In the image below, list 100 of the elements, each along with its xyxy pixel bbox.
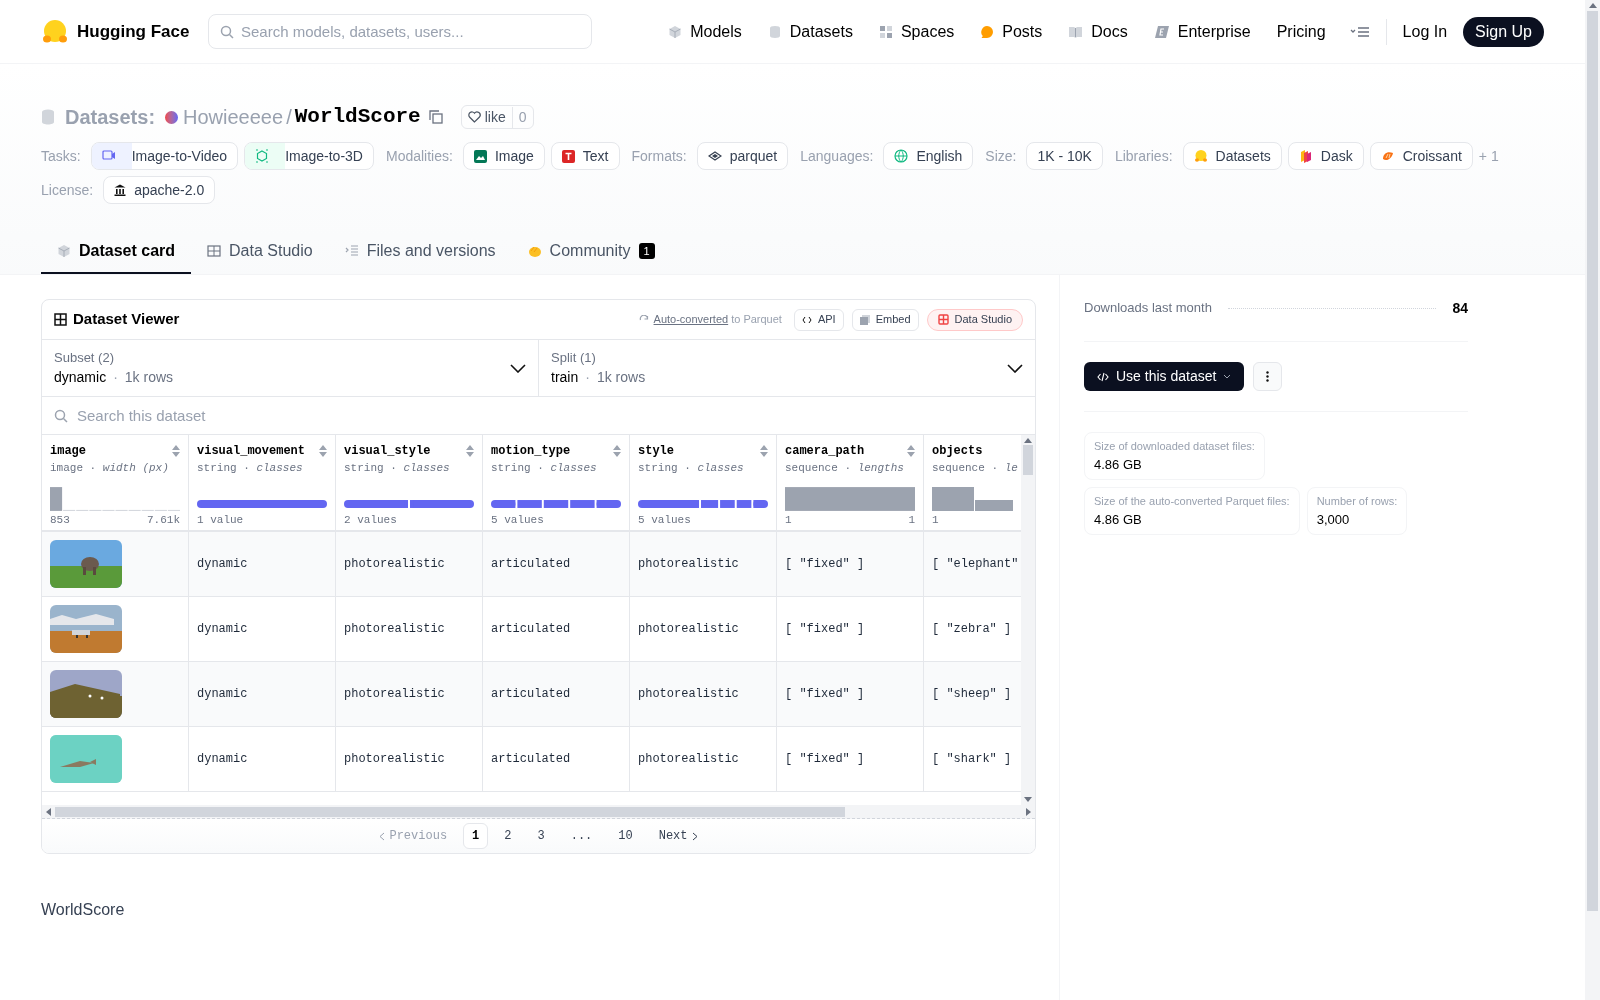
scroll-thumb[interactable]: [1587, 11, 1598, 911]
code-icon: [1097, 371, 1109, 382]
table-cell-text: articulated: [491, 621, 571, 638]
dropdown[interactable]: Subset (2) dynamic · 1k rows: [42, 340, 539, 396]
menu-icon[interactable]: [1349, 24, 1370, 39]
nav-link[interactable]: Datasets: [767, 19, 853, 44]
tab[interactable]: Data Studio: [191, 230, 329, 274]
column-header[interactable]: visual_movement: [197, 442, 306, 460]
table-cell-text: [ "fixed" ]: [785, 556, 865, 573]
copy-icon[interactable]: [428, 110, 443, 124]
table-cell-text: photorealistic: [344, 556, 445, 573]
table-cell-text: photorealistic: [344, 751, 445, 768]
tag-chip[interactable]: parquet: [696, 142, 789, 170]
scroll-up-icon[interactable]: [1588, 3, 1597, 8]
vertical-scrollbar[interactable]: [1021, 435, 1035, 805]
page-link[interactable]: 1: [463, 823, 489, 849]
tab[interactable]: Dataset card: [41, 230, 192, 274]
column-header[interactable]: visual_style: [344, 442, 431, 460]
nav-link[interactable]: Models: [668, 19, 742, 44]
nav-link[interactable]: Posts: [980, 19, 1043, 44]
like-label: like: [484, 107, 506, 127]
database-icon: [767, 24, 782, 39]
table-cell-text: photorealistic: [638, 751, 739, 768]
tag-chip[interactable]: Image: [462, 142, 545, 170]
tag-chip[interactable]: Croissant: [1369, 142, 1473, 170]
nav-link[interactable]: Enterprise: [1153, 19, 1251, 44]
count-badge: 1: [638, 243, 655, 259]
table-cell-text: dynamic: [197, 556, 248, 573]
tab[interactable]: Community 1: [511, 230, 671, 274]
table-cell-text: photorealistic: [638, 621, 739, 638]
tab[interactable]: Files and versions: [328, 230, 512, 274]
tag-group-label: Modalities:: [385, 146, 453, 166]
like-button[interactable]: like 0: [460, 105, 534, 129]
column-header[interactable]: style: [638, 442, 674, 460]
tag-group-label: Tasks:: [41, 146, 81, 166]
tag-chip[interactable]: Text: [550, 142, 620, 170]
axis-label: 1: [908, 512, 915, 528]
tag-chip[interactable]: Dask: [1287, 142, 1364, 170]
page-link[interactable]: 3: [527, 823, 555, 849]
tag-chip[interactable]: Datasets: [1182, 142, 1282, 170]
table-cell-text: photorealistic: [344, 621, 445, 638]
chevron-left-icon: [379, 831, 386, 841]
parquet-note: to Parquet: [731, 312, 782, 328]
layers-icon: [707, 151, 722, 161]
search-field[interactable]: Search models, datasets, users...: [208, 14, 592, 49]
brand-name[interactable]: Hugging Face: [77, 18, 190, 45]
stacked-cards-icon: [1298, 149, 1313, 163]
page-link[interactable]: 10: [608, 823, 643, 849]
scroll-down-icon[interactable]: [1024, 797, 1032, 802]
api-button[interactable]: API: [793, 308, 844, 331]
stat-value: 3,000: [1316, 510, 1351, 529]
dataset-name[interactable]: WorldScore: [294, 101, 421, 133]
data-studio-button[interactable]: Data Studio: [926, 308, 1023, 331]
embed-button[interactable]: Embed: [851, 308, 919, 331]
search-icon: [220, 25, 234, 39]
column-header[interactable]: image: [50, 442, 86, 460]
tag-chip[interactable]: 1K - 10K: [1026, 142, 1103, 170]
page-link[interactable]: 2: [494, 823, 522, 849]
tag-chip[interactable]: English: [883, 142, 974, 170]
signup-button[interactable]: Sign Up: [1463, 16, 1544, 47]
cube-outline-icon: [255, 149, 270, 163]
axis-label: 1 value: [197, 512, 244, 528]
use-dataset-button[interactable]: Use this dataset: [1084, 362, 1245, 391]
avatar: [165, 110, 179, 124]
table-cell-text: [ "fixed" ]: [785, 751, 865, 768]
column-header[interactable]: camera_path: [785, 442, 865, 460]
table-cell-text: articulated: [491, 556, 571, 573]
scroll-thumb[interactable]: [55, 806, 845, 817]
dropdown[interactable]: Split (1) train · 1k rows: [539, 340, 1035, 396]
horizontal-scrollbar[interactable]: [42, 805, 1035, 819]
table-cell-text: [ "sheep" ]: [932, 686, 1012, 703]
tag-group-label: Languages:: [800, 146, 874, 166]
nav-link[interactable]: Docs: [1068, 19, 1128, 44]
login-link[interactable]: Log In: [1402, 19, 1448, 44]
heart-icon: [467, 111, 481, 123]
nav-link[interactable]: Pricing: [1276, 19, 1326, 44]
column-header[interactable]: objects: [932, 442, 983, 460]
tag-chip[interactable]: Image-to-Video: [90, 142, 239, 170]
column-type: string · classes: [491, 461, 598, 476]
book-icon: [1068, 25, 1084, 38]
page-scrollbar[interactable]: [1585, 0, 1600, 1000]
column-header[interactable]: motion_type: [491, 442, 571, 460]
section-label: Datasets:: [65, 105, 156, 130]
scroll-thumb[interactable]: [1023, 445, 1033, 475]
table-cell-text: dynamic: [197, 751, 248, 768]
tag-chip[interactable]: Image-to-3D: [244, 142, 374, 170]
separator-dot: ·: [585, 368, 590, 388]
scroll-up-icon[interactable]: [1024, 438, 1032, 443]
more-options-button[interactable]: [1253, 362, 1283, 391]
table-cell-text: articulated: [491, 686, 571, 703]
table-cell-text: [ "fixed" ]: [785, 686, 865, 703]
badge-icon: [1153, 24, 1170, 39]
scroll-right-icon[interactable]: [1026, 807, 1031, 816]
axis-label: 5 values: [491, 512, 544, 528]
nav-link[interactable]: Spaces: [878, 19, 955, 44]
scroll-left-icon[interactable]: [46, 807, 51, 816]
next-link[interactable]: Next: [648, 823, 708, 849]
cube-icon: [57, 244, 71, 258]
tag-chip[interactable]: apache-2.0: [103, 176, 216, 204]
auto-converted-link[interactable]: Auto-converted: [653, 311, 729, 328]
